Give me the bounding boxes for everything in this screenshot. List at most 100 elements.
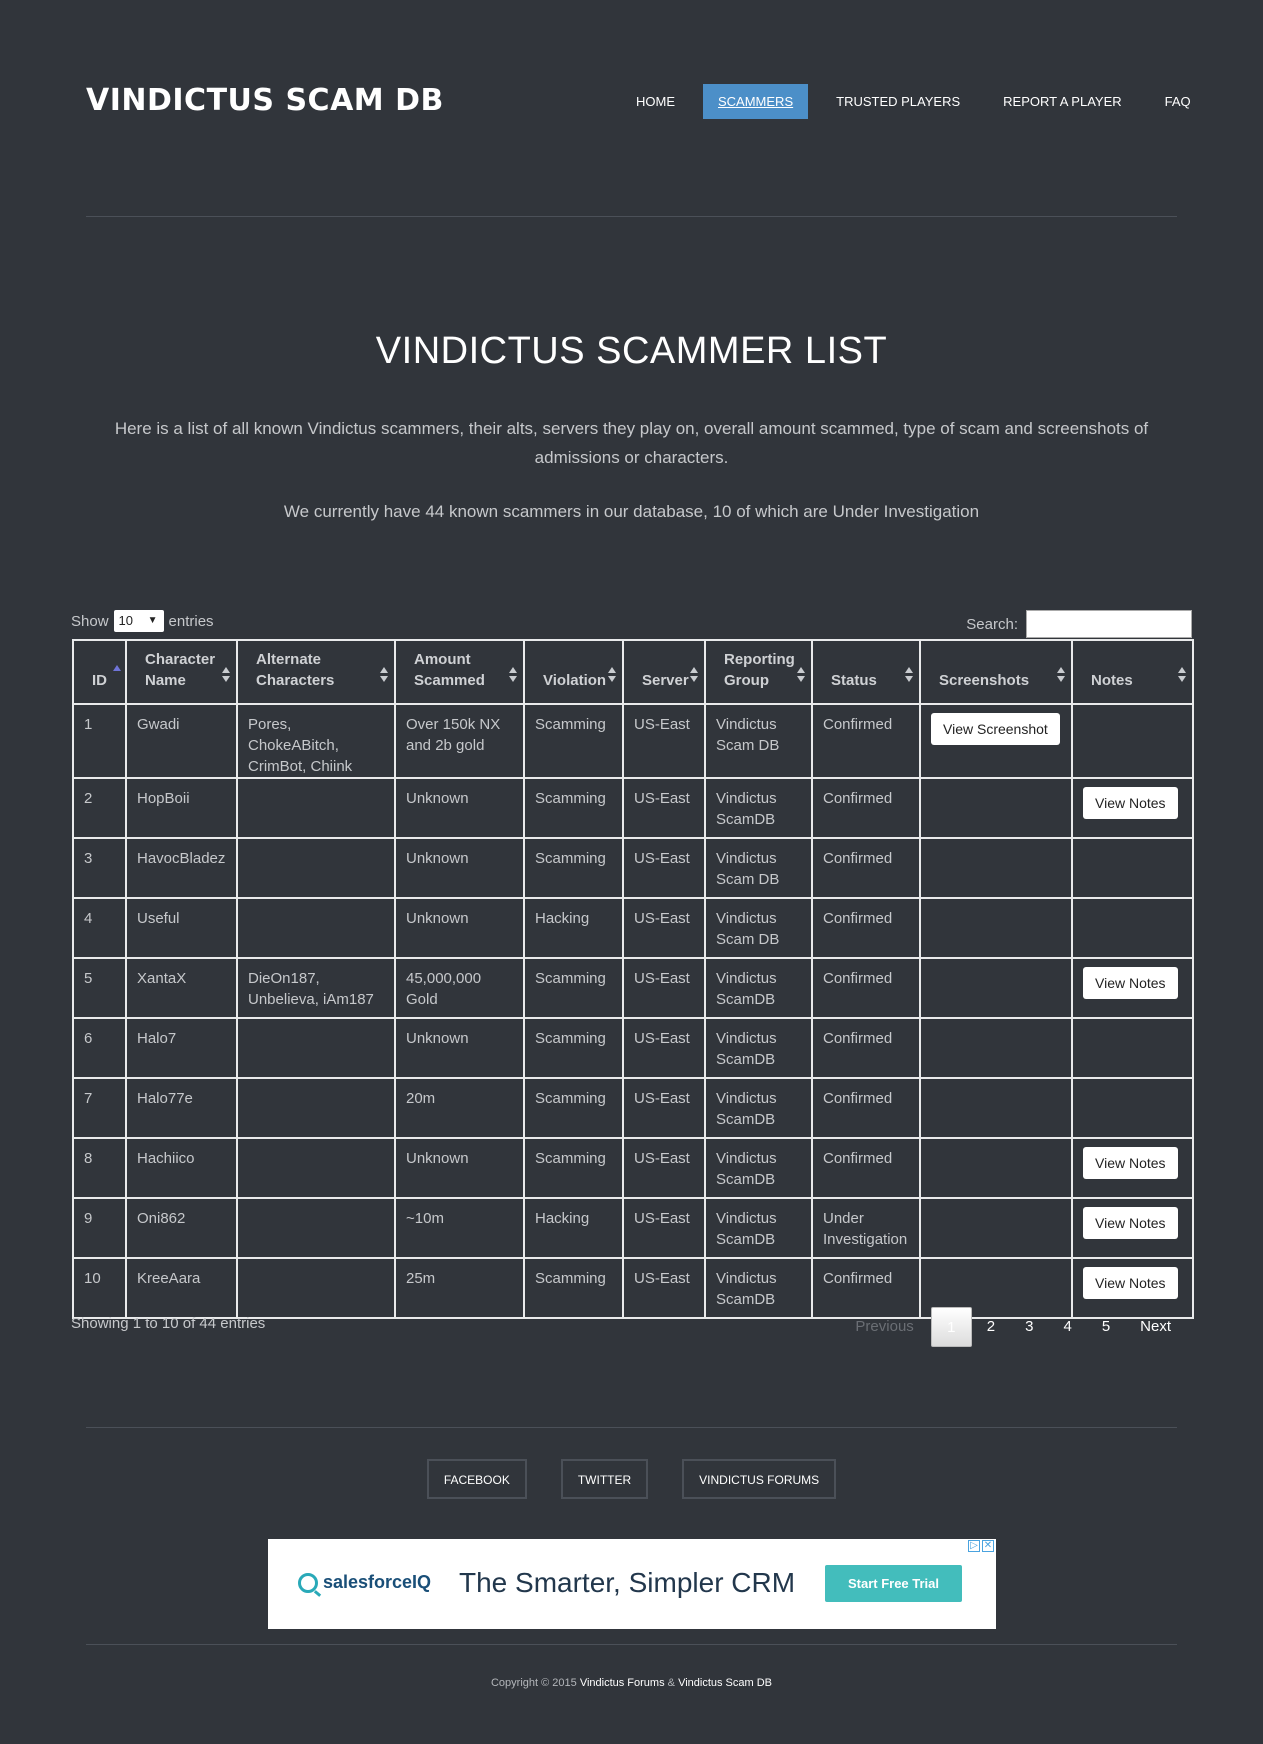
cell-violation: Scamming — [523, 1017, 624, 1079]
nav-report-a-player[interactable]: REPORT A PLAYER — [988, 84, 1137, 119]
show-label: Show — [71, 612, 109, 630]
pagination-page-1[interactable]: 1 — [930, 1307, 972, 1347]
cell-screenshots — [919, 1197, 1073, 1259]
pagination: Previous 1 2 3 4 5 Next — [840, 1307, 1186, 1347]
cell-character-name: Halo77e — [125, 1077, 238, 1139]
cell-server: US-East — [622, 777, 706, 839]
pagination-previous[interactable]: Previous — [840, 1307, 930, 1347]
cell-alternate-characters — [236, 777, 396, 839]
column-header-reporting-group[interactable]: Reporting Group — [704, 639, 813, 705]
cell-violation: Scamming — [523, 837, 624, 899]
pagination-next[interactable]: Next — [1125, 1307, 1186, 1347]
cell-amount-scammed: Unknown — [394, 777, 525, 839]
site-brand[interactable]: VINDICTUS SCAM DB — [86, 83, 444, 118]
vindictus-scam-db-footer-link[interactable]: Vindictus Scam DB — [678, 1677, 772, 1689]
view-notes-button[interactable]: View Notes — [1083, 1267, 1178, 1299]
cell-reporting-group: Vindictus ScamDB — [704, 957, 813, 1019]
column-header-amount-scammed[interactable]: Amount Scammed — [394, 639, 525, 705]
cell-id: 5 — [72, 957, 127, 1019]
entries-select[interactable]: 10 ▼ — [113, 610, 164, 632]
cell-notes — [1071, 897, 1194, 959]
cell-reporting-group: Vindictus ScamDB — [704, 1197, 813, 1259]
table-row: 6 Halo7 Unknown Scamming US-East Vindictus Sc… — [72, 1017, 1194, 1079]
column-header-screenshots[interactable]: Screenshots — [919, 639, 1073, 705]
cell-character-name: Useful — [125, 897, 238, 959]
vindictus-forums-link[interactable]: VINDICTUS FORUMS — [682, 1459, 837, 1499]
cell-reporting-group: Vindictus ScamDB — [704, 1137, 813, 1199]
cell-alternate-characters — [236, 1077, 396, 1139]
cell-screenshots — [919, 897, 1073, 959]
social-links: FACEBOOK TWITTER VINDICTUS FORUMS — [0, 1459, 1263, 1499]
cell-notes — [1071, 837, 1194, 899]
adchoices-icon[interactable]: ▷ — [968, 1540, 980, 1552]
vindictus-forums-footer-link[interactable]: Vindictus Forums — [580, 1677, 665, 1689]
cell-status: Confirmed — [811, 957, 921, 1019]
facebook-link[interactable]: FACEBOOK — [426, 1459, 527, 1499]
column-header-character-name[interactable]: Character Name — [125, 639, 238, 705]
view-screenshot-button[interactable]: View Screenshot — [931, 713, 1060, 745]
cell-alternate-characters — [236, 897, 396, 959]
cell-status: Confirmed — [811, 1137, 921, 1199]
cell-violation: Scamming — [523, 957, 624, 1019]
ad-start-trial-button[interactable]: Start Free Trial — [825, 1565, 962, 1602]
cell-server: US-East — [622, 1197, 706, 1259]
sort-icon — [905, 667, 914, 683]
cell-notes — [1071, 703, 1194, 779]
ad-logo: salesforceIQ — [298, 1572, 431, 1593]
close-icon[interactable]: ✕ — [982, 1540, 994, 1552]
table-row: 5 XantaX DieOn187, Unbelieva, iAm187 45,000… — [72, 957, 1194, 1019]
table-row: 8 Hachiico Unknown Scamming US-East Vindictus… — [72, 1137, 1194, 1199]
column-header-notes[interactable]: Notes — [1071, 639, 1194, 705]
table-row: 4 Useful Unknown Hacking US-East Vindictus Sc… — [72, 897, 1194, 959]
cell-status: Confirmed — [811, 897, 921, 959]
cell-reporting-group: Vindictus Scam DB — [704, 897, 813, 959]
column-header-violation[interactable]: Violation — [523, 639, 624, 705]
nav-scammers[interactable]: SCAMMERS — [703, 84, 809, 119]
pagination-page-2[interactable]: 2 — [972, 1307, 1010, 1347]
entries-label: entries — [168, 612, 214, 630]
intro-text: Here is a list of all known Vindictus sc… — [114, 419, 1149, 467]
copyright: Copyright © 2015 Vindictus Forums & Vind… — [0, 1677, 1263, 1689]
view-notes-button[interactable]: View Notes — [1083, 787, 1178, 819]
cell-reporting-group: Vindictus Scam DB — [704, 837, 813, 899]
search-input[interactable] — [1026, 610, 1192, 638]
pagination-page-5[interactable]: 5 — [1087, 1307, 1125, 1347]
scammer-table: ID Character Name Alternate Characters A… — [72, 639, 1194, 1319]
entries-select-value: 10 — [118, 613, 133, 628]
cell-notes: View Notes — [1071, 1197, 1194, 1259]
pagination-page-4[interactable]: 4 — [1048, 1307, 1086, 1347]
sort-icon — [380, 667, 389, 683]
column-header-alternate-characters[interactable]: Alternate Characters — [236, 639, 396, 705]
page-title: VINDICTUS SCAMMER LIST — [375, 330, 888, 372]
table-row: 7 Halo77e 20m Scamming US-East Vindictus Scam… — [72, 1077, 1194, 1139]
cell-violation: Scamming — [523, 1257, 624, 1319]
cell-violation: Scamming — [523, 703, 624, 779]
view-notes-button[interactable]: View Notes — [1083, 967, 1178, 999]
nav-faq[interactable]: FAQ — [1150, 84, 1206, 119]
column-header-server[interactable]: Server — [622, 639, 706, 705]
nav-trusted-players[interactable]: TRUSTED PLAYERS — [821, 84, 975, 119]
cell-character-name: HavocBladez — [125, 837, 238, 899]
column-header-id[interactable]: ID — [72, 639, 127, 705]
cell-id: 1 — [72, 703, 127, 779]
nav-home[interactable]: HOME — [621, 84, 690, 119]
cell-amount-scammed: Unknown — [394, 897, 525, 959]
pagination-page-3[interactable]: 3 — [1010, 1307, 1048, 1347]
salesforce-logo-icon — [298, 1572, 318, 1593]
cell-reporting-group: Vindictus ScamDB — [704, 1257, 813, 1319]
cell-character-name: Gwadi — [125, 703, 238, 779]
twitter-link[interactable]: TWITTER — [560, 1459, 649, 1499]
cell-amount-scammed: Unknown — [394, 837, 525, 899]
cell-notes: View Notes — [1071, 1137, 1194, 1199]
cell-character-name: XantaX — [125, 957, 238, 1019]
cell-server: US-East — [622, 1017, 706, 1079]
cell-id: 9 — [72, 1197, 127, 1259]
view-notes-button[interactable]: View Notes — [1083, 1147, 1178, 1179]
ad-logo-text: salesforceIQ — [323, 1572, 432, 1592]
view-notes-button[interactable]: View Notes — [1083, 1207, 1178, 1239]
column-header-status[interactable]: Status — [811, 639, 921, 705]
ad-banner[interactable]: salesforceIQ The Smarter, Simpler CRM St… — [268, 1539, 996, 1629]
table-info: Showing 1 to 10 of 44 entries — [71, 1315, 266, 1332]
sort-icon — [608, 667, 617, 683]
sort-icon — [1057, 667, 1066, 683]
